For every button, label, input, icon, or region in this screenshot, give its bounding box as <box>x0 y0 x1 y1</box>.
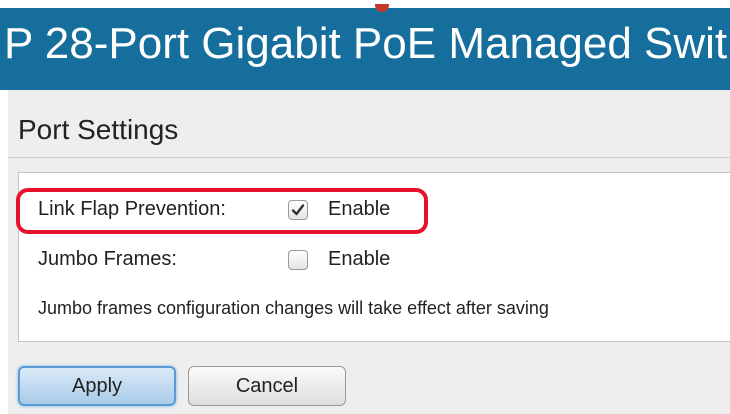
jumbo-frames-note: Jumbo frames configuration changes will … <box>38 298 549 318</box>
highlight-annotation <box>16 188 428 234</box>
title-divider <box>8 157 730 158</box>
device-title: P 28-Port Gigabit PoE Managed Swit <box>4 19 728 68</box>
app-window: P 28-Port Gigabit PoE Managed Swit Port … <box>0 0 730 414</box>
apply-button[interactable]: Apply <box>18 366 176 406</box>
jumbo-frames-label: Jumbo Frames: <box>38 248 177 270</box>
jumbo-frames-enable-label: Enable <box>328 248 391 270</box>
app-header: P 28-Port Gigabit PoE Managed Swit <box>0 8 730 90</box>
cancel-button[interactable]: Cancel <box>188 366 346 406</box>
page-title: Port Settings <box>18 114 179 145</box>
jumbo-frames-checkbox[interactable] <box>288 250 308 270</box>
